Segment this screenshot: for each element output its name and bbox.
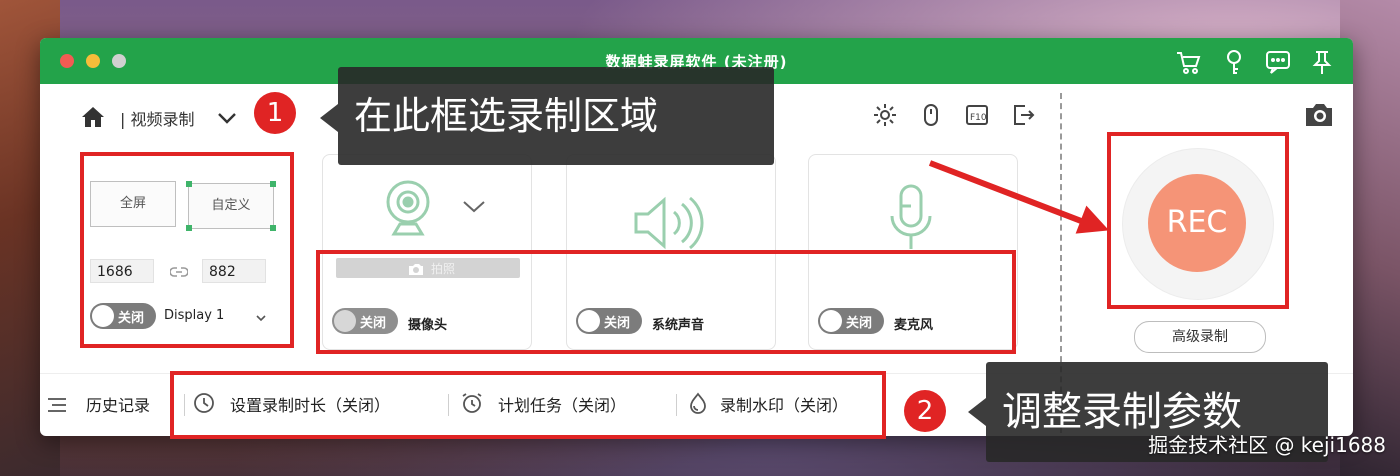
- annotation-badge-1: 1: [254, 92, 296, 134]
- hotkey-icon[interactable]: F10: [964, 102, 990, 128]
- settings-gear-icon[interactable]: [872, 102, 898, 128]
- callout-pointer: [320, 104, 338, 132]
- speaker-icon: [632, 194, 706, 252]
- chevron-down-icon[interactable]: [460, 196, 488, 216]
- advanced-record-button[interactable]: 高级录制: [1134, 321, 1266, 353]
- menu-icon[interactable]: [46, 395, 68, 415]
- annotation-region-box: [80, 152, 294, 348]
- annotation-badge-2: 2: [904, 390, 946, 432]
- source-watermark: 掘金技术社区 @ keji1688: [1148, 433, 1386, 457]
- svg-text:F10: F10: [970, 113, 987, 123]
- export-icon[interactable]: [1010, 102, 1036, 128]
- history-link[interactable]: 历史记录: [86, 392, 150, 416]
- recording-mode-label[interactable]: | 视频录制: [120, 106, 194, 130]
- annotation-toggles-box: [316, 250, 1016, 354]
- callout-pointer: [968, 398, 986, 426]
- annotation-options-box: [170, 371, 886, 439]
- microphone-icon: [886, 182, 936, 256]
- screenshot-camera-icon[interactable]: [1302, 100, 1336, 130]
- chevron-down-icon[interactable]: [216, 108, 238, 128]
- webcam-icon: [380, 178, 436, 238]
- cart-icon[interactable]: [1174, 48, 1202, 76]
- mouse-icon[interactable]: [918, 102, 944, 128]
- annotation-callout-1: 在此框选录制区域: [338, 67, 774, 165]
- annotation-rec-box: [1107, 132, 1289, 309]
- home-icon[interactable]: [80, 104, 106, 130]
- feedback-icon[interactable]: [1264, 48, 1292, 76]
- key-icon[interactable]: [1220, 48, 1248, 76]
- pin-icon[interactable]: [1308, 48, 1336, 76]
